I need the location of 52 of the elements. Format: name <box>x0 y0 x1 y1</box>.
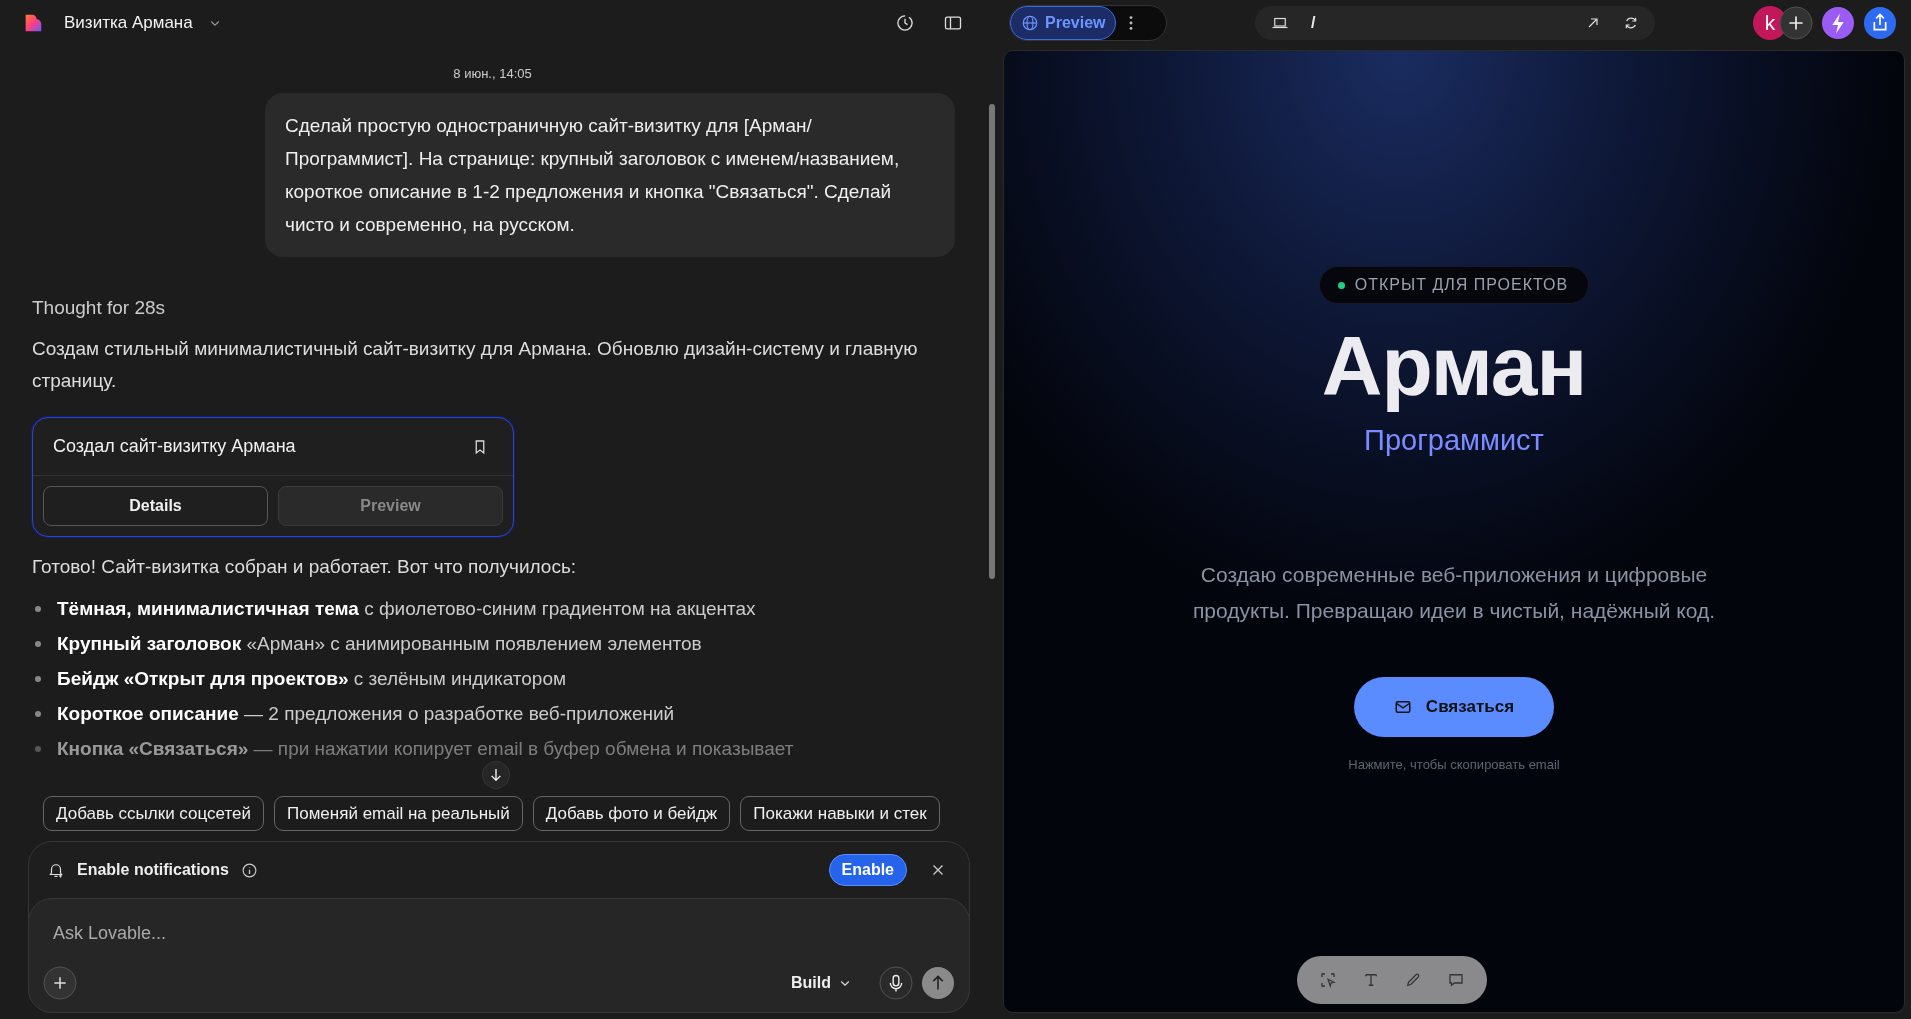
bullet-dot <box>35 605 41 612</box>
preview-tab[interactable]: Preview <box>1010 6 1117 40</box>
message-timestamp: 8 июн., 14:05 <box>452 66 533 81</box>
contact-hint: Нажмите, чтобы скопировать email <box>1348 757 1560 772</box>
bullet-dot <box>35 745 41 752</box>
bullet-dot <box>35 710 41 717</box>
assistant-message: Создам стильный минималистичный сайт-визитку для Армана. Обновлю дизайн-систему и главную страницу. <box>32 337 919 393</box>
scrollbar-thumb[interactable] <box>989 104 995 579</box>
project-name[interactable]: Визитка Армана <box>64 13 193 33</box>
suggestion-chip[interactable]: Покажи навыки и стек <box>740 796 940 831</box>
card-button[interactable]: Details <box>43 486 268 526</box>
bullet-text: Бейдж «Открыт для проектов» с зелёным индикатором <box>57 667 567 690</box>
hero-role: Программист <box>1364 424 1544 457</box>
add-user-icon[interactable] <box>1779 6 1813 40</box>
suggestion-chip[interactable]: Добавь фото и бейдж <box>532 796 731 831</box>
mail-icon <box>1393 698 1412 716</box>
more-icon[interactable] <box>1128 14 1135 32</box>
badge-label: ОТКРЫТ ДЛЯ ПРОЕКТОВ <box>1354 276 1569 294</box>
user-message: Сделай простую одностраничную сайт-визитку для [Арман/Программист]. На странице: крупный заголовок с именем/названием, короткое описание в 1-2 предложения и кнопка "Связаться". Сделай чисто и современно, на русском. <box>265 93 955 257</box>
thought-duration[interactable]: Thought for 28s <box>32 297 166 319</box>
notification-label: Enable notifications <box>77 861 229 879</box>
microphone-icon[interactable] <box>879 966 913 1000</box>
bullet-text: Кнопка «Связаться» — при нажатии копирует email в буфер обмена и показывает <box>57 737 794 760</box>
card-title: Создал сайт-визитку Армана <box>53 436 296 457</box>
url-bar[interactable]: / <box>1255 6 1655 40</box>
url-path: / <box>1311 14 1316 32</box>
info-icon[interactable] <box>241 861 258 879</box>
assistant-message: Готово! Сайт-визитка собран и работает. Вот что получилось: <box>32 555 578 579</box>
refresh-icon[interactable] <box>1623 15 1639 31</box>
bullet-text: Тёмная, минималистичная тема с фиолетово-синим градиентом на акцентах <box>57 597 756 620</box>
bullet-text: Крупный заголовок «Арман» с анимированным появлением элементов <box>57 632 702 655</box>
history-icon[interactable] <box>895 13 915 33</box>
suggestion-chip[interactable]: Добавь ссылки соцсетей <box>43 796 264 831</box>
comment-icon[interactable] <box>1446 971 1465 989</box>
send-button[interactable] <box>921 966 955 1000</box>
bullet-dot <box>35 640 41 647</box>
select-icon[interactable] <box>1319 971 1338 989</box>
contact-button[interactable]: Связаться <box>1353 677 1555 737</box>
status-dot <box>1337 281 1345 289</box>
bullet-text: Короткое описание — 2 предложения о разработке веб-приложений <box>57 702 675 725</box>
scroll-down-button[interactable] <box>482 761 510 789</box>
share-icon[interactable] <box>1863 6 1897 40</box>
lightning-icon[interactable] <box>1821 6 1855 40</box>
enable-button[interactable]: Enable <box>828 854 907 886</box>
globe-icon <box>1021 14 1039 32</box>
suggestion-chip[interactable]: Поменяй email на реальный <box>274 796 523 831</box>
add-attachment-icon[interactable] <box>43 966 77 1000</box>
bell-icon <box>47 861 65 879</box>
mode-dropdown[interactable]: Build <box>785 973 857 993</box>
hero-description: Создаю современные веб-приложения и цифровые продукты. Превращаю идеи в чистый, надёжный код. <box>1191 562 1717 624</box>
prompt-field[interactable]: Ask Lovable... Build <box>28 898 970 1013</box>
bullet-dot <box>35 675 41 682</box>
